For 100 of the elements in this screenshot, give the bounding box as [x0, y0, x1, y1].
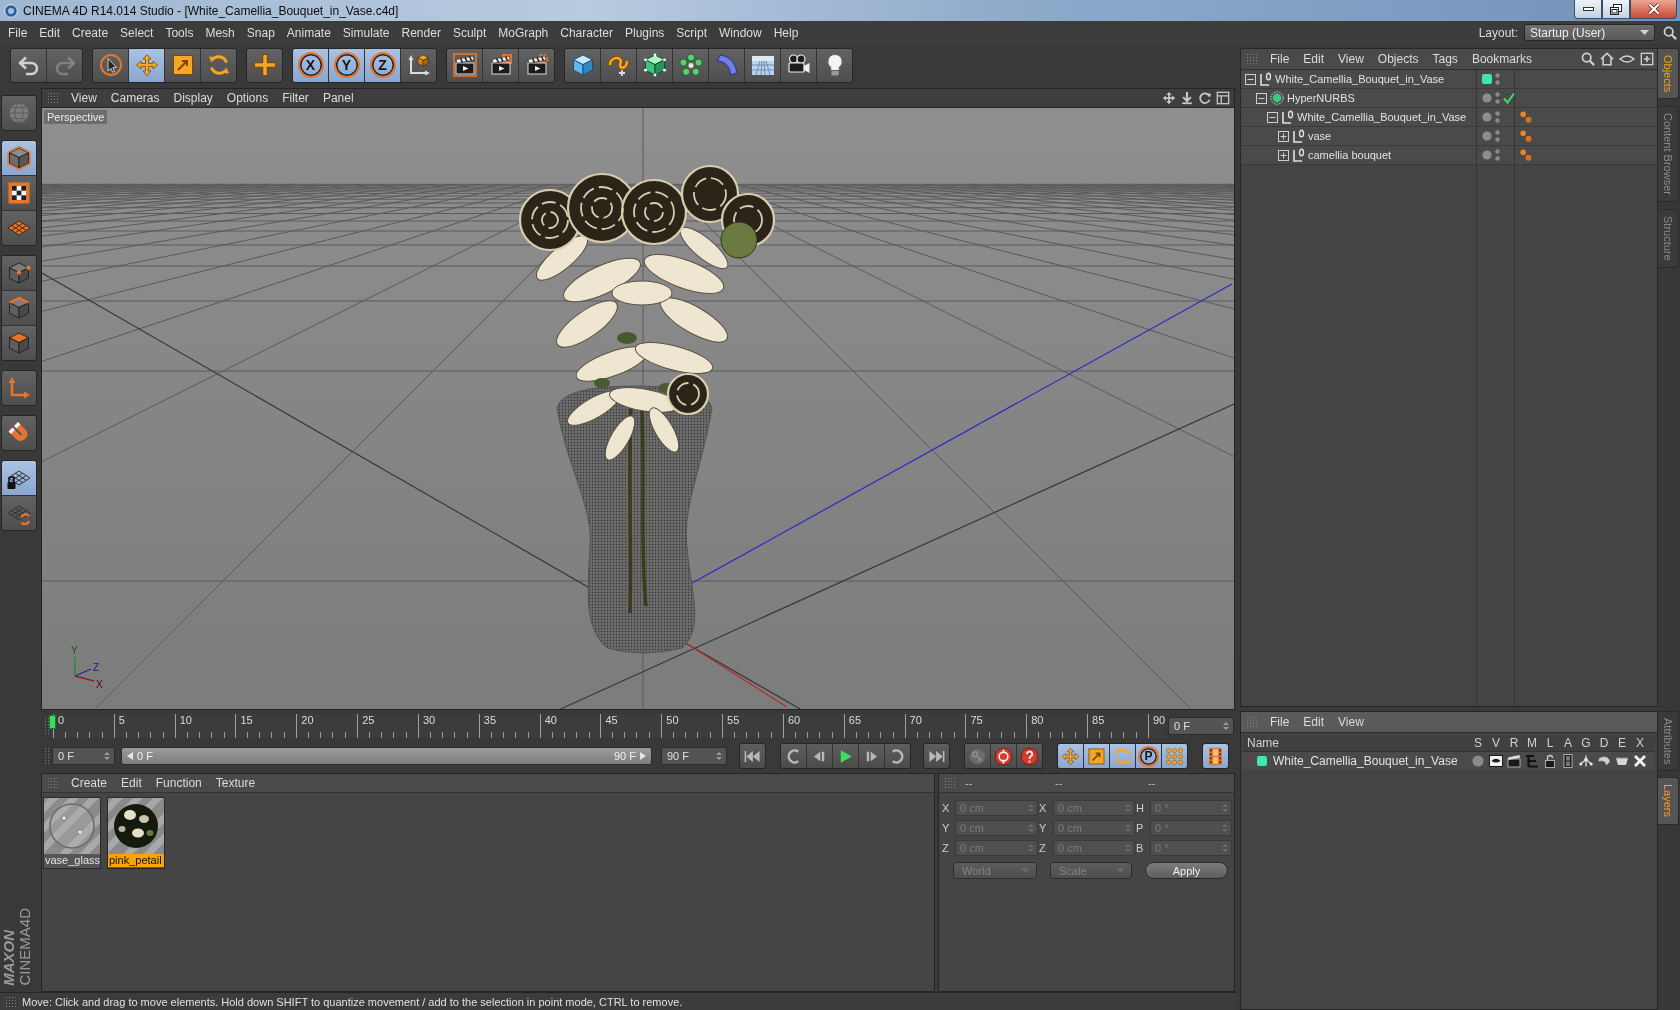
- layout-dropdown[interactable]: Startup (User): [1524, 24, 1655, 41]
- object-row[interactable]: White_Camellia_Bouquet_in_Vase: [1241, 108, 1657, 127]
- restore-button[interactable]: [1602, 0, 1630, 19]
- object-name[interactable]: White_Camellia_Bouquet_in_Vase: [1297, 111, 1467, 123]
- node-graph-icon[interactable]: [1579, 754, 1593, 768]
- menu-item[interactable]: Window: [713, 23, 768, 42]
- maximize-icon[interactable]: [1216, 91, 1230, 105]
- visibility-dots-icon[interactable]: [1495, 111, 1500, 123]
- current-frame-field[interactable]: 0 F: [1168, 716, 1234, 735]
- layer-row[interactable]: White_Camellia_Bouquet_in_Vase: [1243, 752, 1655, 770]
- object-row[interactable]: vase: [1241, 127, 1657, 146]
- home-icon[interactable]: [1600, 52, 1614, 66]
- material-tile[interactable]: vase_glass: [43, 797, 101, 869]
- menu-item[interactable]: Tools: [159, 23, 200, 42]
- expand-box-icon[interactable]: [1278, 149, 1289, 161]
- layer-color-swatch[interactable]: [1257, 756, 1267, 766]
- parameter-button[interactable]: P: [1136, 744, 1161, 768]
- menu-item[interactable]: Snap: [240, 23, 281, 42]
- visibility-dots-icon[interactable]: [1495, 149, 1500, 161]
- close-button[interactable]: [1630, 0, 1677, 19]
- menu-item[interactable]: Cameras: [103, 90, 167, 106]
- axis-lock-button[interactable]: Y: [329, 48, 364, 82]
- menu-item[interactable]: Script: [670, 23, 713, 42]
- start-frame-field[interactable]: 0 F: [52, 747, 115, 765]
- menu-item[interactable]: Texture: [208, 775, 263, 791]
- cup-icon[interactable]: [1615, 754, 1629, 768]
- minimize-icon[interactable]: [1582, 7, 1594, 11]
- make-editable-button[interactable]: [1, 95, 37, 131]
- search-icon[interactable]: [1581, 52, 1595, 66]
- plus-icon[interactable]: [252, 53, 277, 77]
- layer-name[interactable]: White_Camellia_Bouquet_in_Vase: [1273, 754, 1458, 768]
- visibility-dots-icon[interactable]: [1495, 92, 1500, 104]
- menu-item[interactable]: Function: [148, 775, 209, 791]
- menu-item[interactable]: Character: [554, 23, 619, 42]
- menu-item[interactable]: File: [1263, 714, 1297, 730]
- menu-item[interactable]: Tags: [1425, 51, 1465, 67]
- menu-item[interactable]: Animate: [280, 23, 337, 42]
- side-tab[interactable]: Objects: [1658, 48, 1679, 100]
- move-arrows-icon[interactable]: [1162, 91, 1176, 105]
- new-panel-icon[interactable]: [1640, 52, 1654, 66]
- visibility-dots-icon[interactable]: [1495, 73, 1500, 85]
- search-icon[interactable]: [1663, 25, 1677, 40]
- object-name[interactable]: vase: [1308, 130, 1332, 142]
- rotate-icon[interactable]: [1198, 91, 1212, 105]
- menu-item[interactable]: Options: [219, 90, 276, 106]
- menu-item[interactable]: Select: [114, 23, 160, 42]
- snap-button[interactable]: [1, 415, 37, 451]
- menu-item[interactable]: Create: [64, 775, 115, 791]
- menu-item[interactable]: Edit: [114, 775, 149, 791]
- timeline-ruler[interactable]: 0 5 10 15 20 25 30 35 40 45 50 55 60 65 70 75 80 85 90: [52, 713, 1166, 738]
- object-name[interactable]: White_Camellia_Bouquet_in_Vase: [1275, 73, 1445, 85]
- menu-item[interactable]: Filter: [275, 90, 316, 106]
- object-row[interactable]: White_Camellia_Bouquet_in_Vase: [1241, 70, 1657, 89]
- menu-item[interactable]: View: [1331, 714, 1371, 730]
- lock-icon[interactable]: [1543, 754, 1557, 768]
- material-tag-icon[interactable]: [1520, 149, 1532, 161]
- material-tile[interactable]: pink_petail: [107, 797, 165, 869]
- material-tag-icon[interactable]: [1520, 111, 1532, 123]
- menu-item[interactable]: Panel: [315, 90, 361, 106]
- grid-plane-icon[interactable]: [7, 220, 31, 236]
- menu-item[interactable]: Simulate: [336, 23, 396, 42]
- collapse-box-icon[interactable]: [1267, 111, 1278, 123]
- playhead-marker[interactable]: [49, 714, 56, 729]
- material-tag-icon[interactable]: [1520, 130, 1532, 142]
- menu-item[interactable]: Edit: [1296, 714, 1332, 730]
- menu-item[interactable]: Help: [767, 23, 805, 42]
- object-name[interactable]: HyperNURBS: [1287, 92, 1355, 104]
- eye-icon[interactable]: [1489, 754, 1503, 768]
- expand-box-icon[interactable]: [1278, 130, 1289, 142]
- film-icon[interactable]: [1561, 754, 1575, 768]
- menu-item[interactable]: File: [2, 23, 34, 42]
- menu-item[interactable]: MoGraph: [492, 23, 555, 42]
- axis-arrows-icon[interactable]: [7, 376, 31, 400]
- menu-item[interactable]: Edit: [1296, 51, 1332, 67]
- axis-button[interactable]: [1, 370, 37, 406]
- add-button[interactable]: [246, 47, 283, 83]
- menu-item[interactable]: Bookmarks: [1464, 51, 1539, 67]
- solo-dot-icon[interactable]: [1472, 755, 1484, 767]
- end-frame-field[interactable]: 90 F: [661, 747, 727, 765]
- collapse-box-icon[interactable]: [1256, 92, 1267, 104]
- menu-item[interactable]: File: [1263, 51, 1297, 67]
- cross-icon[interactable]: [1633, 754, 1647, 768]
- menu-item[interactable]: Render: [395, 23, 447, 42]
- menu-item[interactable]: Sculpt: [446, 23, 493, 42]
- minimize-button[interactable]: [1574, 0, 1602, 19]
- restore-icon[interactable]: [1610, 3, 1622, 15]
- menu-item[interactable]: View: [64, 90, 104, 106]
- arrow-down-bar-icon[interactable]: [1180, 91, 1194, 105]
- menu-item[interactable]: Create: [66, 23, 115, 42]
- check-icon[interactable]: [1503, 92, 1515, 104]
- menu-item[interactable]: Objects: [1370, 51, 1426, 67]
- layer-color-swatch[interactable]: [1482, 74, 1492, 84]
- menu-item[interactable]: Plugins: [618, 23, 671, 42]
- workplane-button[interactable]: [2, 211, 36, 245]
- menu-item[interactable]: Edit: [33, 23, 67, 42]
- side-tab[interactable]: Layers: [1658, 777, 1679, 825]
- menu-item[interactable]: Mesh: [199, 23, 241, 42]
- clapperboard-icon[interactable]: [1507, 754, 1521, 768]
- menu-item[interactable]: View: [1331, 51, 1371, 67]
- object-row[interactable]: HyperNURBS: [1241, 89, 1657, 108]
